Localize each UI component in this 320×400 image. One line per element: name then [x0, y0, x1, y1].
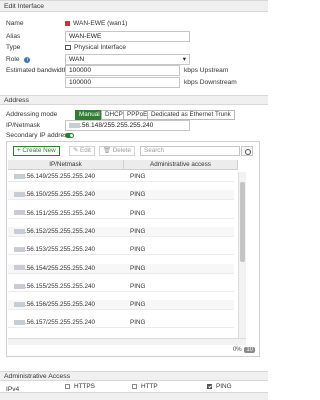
column-header-ip[interactable]: IP/Netmask: [8, 160, 124, 170]
secondary-ip-label: Secondary IP address: [6, 132, 71, 139]
upstream-unit: kbps Upstream: [184, 67, 229, 74]
admin-access-cell: PING: [130, 227, 146, 235]
name-value: WAN-EWE (wan1): [65, 20, 127, 27]
physical-interface-icon: [65, 44, 71, 50]
type-value: Physical Interface: [65, 44, 126, 51]
downstream-input[interactable]: 100000: [65, 77, 180, 88]
redacted-ip-prefix: [14, 210, 25, 216]
redacted-ip-prefix: [14, 228, 25, 234]
edit-interface-header: Edit Interface: [0, 0, 268, 12]
secondary-ip-toggle[interactable]: [65, 133, 74, 138]
role-label: Role i: [6, 56, 31, 63]
search-input[interactable]: Search: [140, 146, 240, 156]
ip-netmask-input[interactable]: .56.148/255.255.255.240: [65, 120, 190, 131]
ping-label: PING: [216, 383, 232, 390]
admin-access-cell: PING: [130, 173, 146, 180]
address-section-header: Address: [0, 95, 268, 105]
downstream-unit: kbps Downstream: [184, 79, 237, 86]
http-checkbox[interactable]: [132, 384, 137, 389]
alias-label: Alias: [6, 33, 21, 40]
admin-access-cell: PING: [130, 209, 146, 217]
delete-button[interactable]: 🗑 Delete: [99, 146, 135, 156]
ip-netmask-cell: .56.152/255.255.255.240: [14, 227, 95, 237]
ip-netmask-cell: .56.154/255.255.255.240: [14, 264, 95, 274]
redacted-ip-prefix: [14, 192, 25, 198]
table-row[interactable]: .56.152/255.255.255.240 PING: [8, 226, 234, 237]
admin-access-cell: PING: [130, 264, 146, 272]
chevron-down-icon: ▾: [182, 56, 186, 63]
type-label: Type: [6, 44, 21, 51]
table-row[interactable]: .56.149/255.255.255.240 PING: [8, 172, 234, 182]
ip-netmask-cell: .56.149/255.255.255.240: [14, 172, 95, 182]
table-row[interactable]: .56.153/255.255.255.240 PING: [8, 245, 234, 256]
table-row[interactable]: .56.155/255.255.255.240 PING: [8, 281, 234, 292]
ping-checkbox[interactable]: [207, 384, 212, 389]
admin-access-cell: PING: [130, 319, 146, 327]
redacted-ip-prefix: [14, 301, 25, 307]
scroll-thumb[interactable]: [240, 182, 245, 262]
ip-netmask-cell: .56.153/255.255.255.240: [14, 245, 95, 255]
bottom-bar: [0, 392, 268, 400]
ip-netmask-cell: .56.156/255.255.255.240: [14, 300, 95, 310]
vertical-scrollbar[interactable]: [238, 172, 246, 338]
header-title: Edit Interface: [4, 3, 45, 10]
addressing-mode-label: Addressing mode: [6, 111, 58, 118]
redacted-ip-prefix: [14, 283, 25, 289]
redacted-ip-prefix: [69, 122, 80, 128]
role-info-icon[interactable]: i: [24, 57, 31, 63]
create-new-button[interactable]: + Create New: [13, 146, 60, 156]
column-header-access[interactable]: Administrative access: [124, 160, 238, 170]
admin-access-cell: PING: [130, 282, 146, 290]
table-row[interactable]: .56.154/255.255.255.240 PING: [8, 263, 234, 274]
redacted-ip-prefix: [14, 320, 25, 326]
alias-input[interactable]: WAN-EWE: [65, 31, 190, 42]
admin-access-cell: PING: [130, 246, 146, 254]
mode-trunk-button[interactable]: Dedicated as Ethernet Trunk: [147, 110, 235, 120]
admin-access-cell: PING: [130, 191, 146, 199]
table-footer-count: 0% 10: [232, 347, 255, 353]
role-select[interactable]: WAN ▾: [65, 54, 190, 65]
secondary-ip-table: + Create New ✎ Edit 🗑 Delete Search IP/N…: [6, 141, 260, 357]
name-label: Name: [6, 20, 24, 27]
table-row[interactable]: .56.151/255.255.255.240 PING: [8, 208, 234, 219]
search-icon[interactable]: [241, 146, 253, 156]
https-checkbox[interactable]: [65, 384, 70, 389]
edit-button[interactable]: ✎ Edit: [69, 146, 95, 156]
ip-netmask-cell: .56.155/255.255.255.240: [14, 282, 95, 292]
admin-access-cell: PING: [130, 301, 146, 309]
admin-access-section-header: Administrative Access: [0, 371, 268, 381]
ip-netmask-label: IP/Netmask: [6, 122, 41, 129]
interface-flag-icon: [65, 20, 70, 26]
redacted-ip-prefix: [14, 173, 25, 179]
horizontal-scrollbar[interactable]: [8, 338, 246, 345]
ip-netmask-cell: .56.157/255.255.255.240: [14, 318, 95, 328]
upstream-input[interactable]: 100000: [65, 65, 180, 76]
http-label: HTTP: [141, 383, 158, 390]
row-count-badge: 10: [244, 347, 255, 353]
redacted-ip-prefix: [14, 265, 25, 271]
table-row[interactable]: .56.150/255.255.255.240 PING: [8, 190, 234, 201]
ip-netmask-cell: .56.151/255.255.255.240: [14, 209, 95, 219]
redacted-ip-prefix: [14, 247, 25, 253]
mode-manual-button[interactable]: Manual: [75, 110, 104, 120]
ip-netmask-cell: .56.150/255.255.255.240: [14, 190, 95, 200]
table-row[interactable]: .56.156/255.255.255.240 PING: [8, 300, 234, 311]
table-row[interactable]: .56.157/255.255.255.240 PING: [8, 318, 234, 329]
https-label: HTTPS: [74, 383, 95, 390]
